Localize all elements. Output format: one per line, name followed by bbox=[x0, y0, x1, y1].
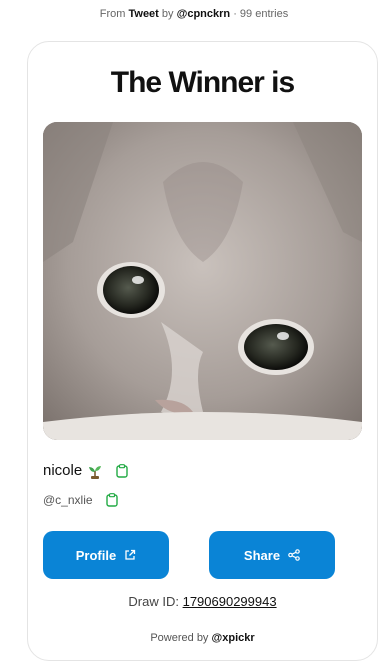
draw-id-link[interactable]: 1790690299943 bbox=[183, 594, 277, 609]
from-label: From bbox=[99, 8, 126, 20]
copy-name-icon[interactable] bbox=[116, 463, 128, 478]
tweet-link[interactable]: Tweet bbox=[128, 8, 158, 20]
xpickr-link[interactable]: @xpickr bbox=[212, 632, 255, 644]
card-title: The Winner is bbox=[110, 66, 295, 99]
separator: · bbox=[233, 8, 237, 20]
seedling-icon bbox=[89, 465, 102, 479]
winner-name: nicole bbox=[43, 462, 83, 479]
winner-handle-row: @c_nxlie bbox=[43, 493, 118, 507]
profile-button-label: Profile bbox=[75, 547, 117, 563]
powered-by-label: Powered by bbox=[150, 632, 209, 644]
share-icon bbox=[288, 549, 300, 561]
source-line: From Tweet by @cpnckrn · 99 entries bbox=[0, 8, 388, 20]
entries-count: 99 entries bbox=[239, 8, 289, 20]
winner-card: The Winner is nicole @c_nxlie Profile Sh… bbox=[27, 41, 378, 661]
share-button[interactable]: Share bbox=[209, 531, 335, 579]
share-button-label: Share bbox=[243, 547, 281, 563]
draw-id-label: Draw ID: bbox=[128, 594, 179, 609]
powered-by-line: Powered by @xpickr bbox=[28, 632, 377, 644]
copy-handle-icon[interactable] bbox=[105, 493, 118, 507]
winner-name-row: nicole bbox=[43, 462, 128, 479]
by-label: by bbox=[161, 8, 174, 20]
author-link[interactable]: @cpnckrn bbox=[177, 8, 231, 20]
draw-id-line: Draw ID: 1790690299943 bbox=[28, 594, 377, 609]
profile-button[interactable]: Profile bbox=[43, 531, 169, 579]
external-link-icon bbox=[125, 549, 136, 560]
winner-handle: @c_nxlie bbox=[43, 493, 93, 507]
winner-avatar-image bbox=[43, 122, 362, 440]
